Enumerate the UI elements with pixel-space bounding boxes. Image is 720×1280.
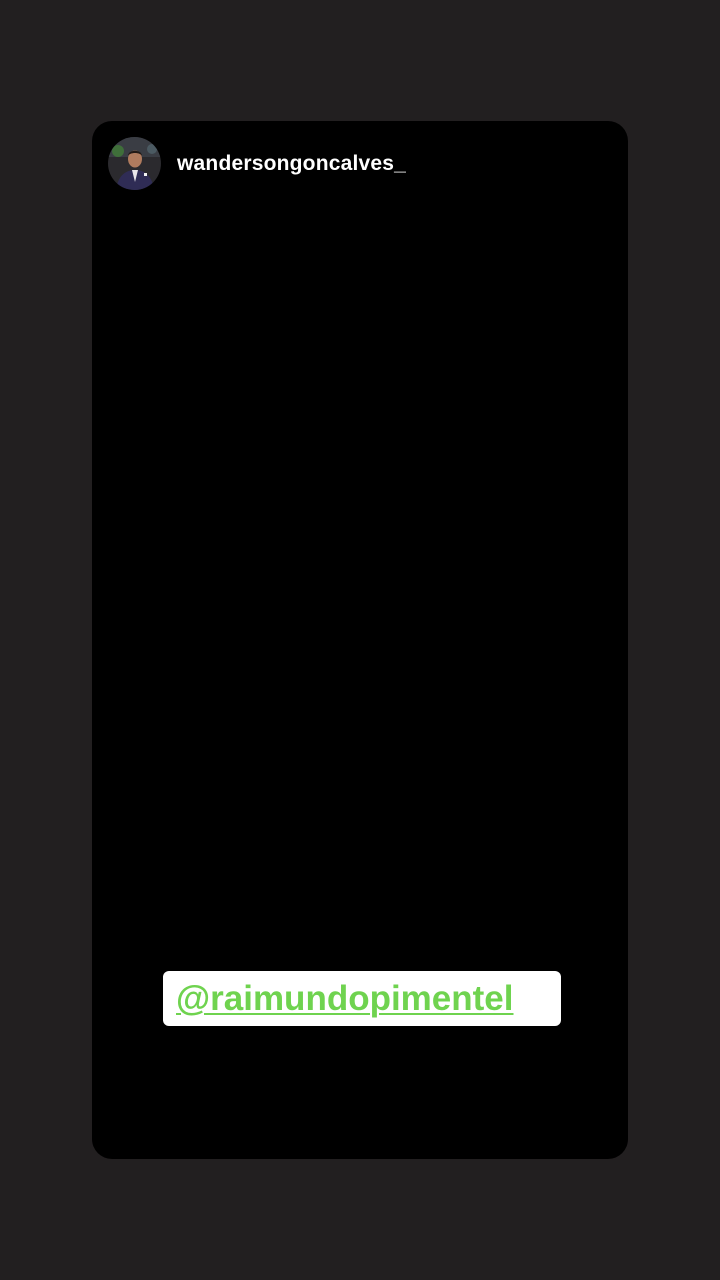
avatar-photo-icon (108, 137, 161, 190)
mention-sticker[interactable]: @raimundopimentel (163, 971, 561, 1026)
story-viewer: wandersongoncalves_ @raimundopimentel (0, 0, 720, 1280)
profile-avatar[interactable] (108, 137, 161, 190)
story-card[interactable]: wandersongoncalves_ @raimundopimentel (92, 121, 628, 1159)
story-header: wandersongoncalves_ (108, 137, 406, 190)
story-username[interactable]: wandersongoncalves_ (177, 152, 406, 176)
mention-link[interactable]: @raimundopimentel (176, 979, 514, 1019)
